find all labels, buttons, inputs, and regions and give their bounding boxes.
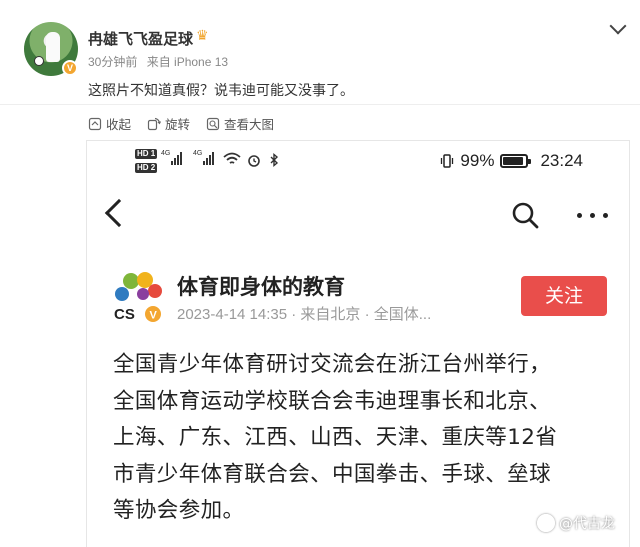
signal-icon — [171, 152, 182, 165]
article-line: 市青少年体育联合会、中国拳击、手球、垒球 — [113, 461, 552, 487]
rotate-icon — [147, 117, 162, 130]
battery-icon — [500, 154, 532, 168]
article-body: 全国青少年体育研讨交流会在浙江台州举行， 全国体育运动学校联合会韦迪理事长和北京… — [113, 347, 623, 530]
phone-status-bar: HD 1 HD 2 4G 4G 99% 23:24 — [87, 141, 629, 185]
view-full-image-button[interactable]: 查看大图 — [206, 114, 274, 133]
view-full-image-label: 查看大图 — [224, 117, 275, 132]
account-name[interactable]: 体育即身体的教育 — [177, 271, 345, 301]
network-label-2: 4G — [193, 150, 203, 157]
battery-percent: 99% — [460, 151, 495, 170]
attached-screenshot[interactable]: HD 1 HD 2 4G 4G 99% 23:24 CS V 体育即身体的教育 … — [86, 140, 630, 547]
alarm-icon — [248, 155, 260, 167]
back-arrow-icon[interactable] — [104, 198, 134, 228]
image-actions: 收起 旋转 查看大图 — [88, 114, 274, 133]
watermark-logo-icon — [537, 514, 555, 532]
status-time: 23:24 — [540, 151, 583, 170]
article-line: 上海、广东、江西、山西、天津、重庆等12省 — [113, 425, 558, 450]
crown-icon: ♛ — [196, 28, 209, 44]
vibrate-icon — [441, 154, 454, 168]
more-options-icon[interactable] — [577, 213, 608, 218]
post-text: 这照片不知道真假？说韦迪可能又没事了。 — [88, 83, 354, 99]
post-source: 来自 iPhone 13 — [146, 55, 229, 69]
collapse-icon — [88, 117, 102, 130]
network-label-1: 4G — [161, 150, 171, 157]
verified-badge: V — [62, 60, 78, 76]
status-right: 99% 23:24 — [440, 151, 583, 171]
rotate-label: 旋转 — [165, 117, 191, 132]
follow-button[interactable]: 关注 — [521, 276, 607, 316]
hd1-indicator: HD 1 — [135, 149, 158, 159]
article-line: 全国体育运动学校联合会韦迪理事长和北京、 — [113, 388, 552, 414]
hd2-indicator: HD 2 — [135, 163, 158, 173]
post-time: 30分钟前 — [88, 55, 138, 69]
weibo-post: V 冉雄飞飞盈足球 ♛ 30分钟前 来自 iPhone 13 这照片不知道真假？… — [0, 0, 640, 547]
bluetooth-icon — [270, 153, 279, 167]
signal-icon-2 — [203, 152, 214, 165]
search-icon[interactable] — [511, 201, 539, 229]
article-line: 全国青少年体育研讨交流会在浙江台州举行， — [113, 352, 552, 377]
avatar-football — [34, 56, 44, 66]
svg-text:V: V — [150, 310, 158, 322]
logo-text: CS — [114, 306, 135, 323]
wifi-icon — [223, 152, 241, 164]
chevron-down-icon[interactable] — [609, 17, 627, 35]
zoom-image-icon — [206, 117, 220, 130]
username[interactable]: 冉雄飞飞盈足球 — [88, 28, 193, 49]
collapse-label: 收起 — [106, 117, 132, 132]
rotate-button[interactable]: 旋转 — [147, 114, 190, 133]
account-meta: 2023-4-14 14:35 · 来自北京 · 全国体... — [177, 306, 432, 323]
account-logo[interactable]: CS V — [113, 271, 165, 323]
divider — [0, 104, 640, 105]
avatar-figure — [46, 32, 60, 62]
post-meta: 30分钟前 来自 iPhone 13 — [88, 53, 234, 70]
collapse-button[interactable]: 收起 — [88, 114, 131, 133]
watermark-text: @代古龙 — [559, 516, 615, 532]
watermark: @代古龙 — [537, 513, 615, 533]
